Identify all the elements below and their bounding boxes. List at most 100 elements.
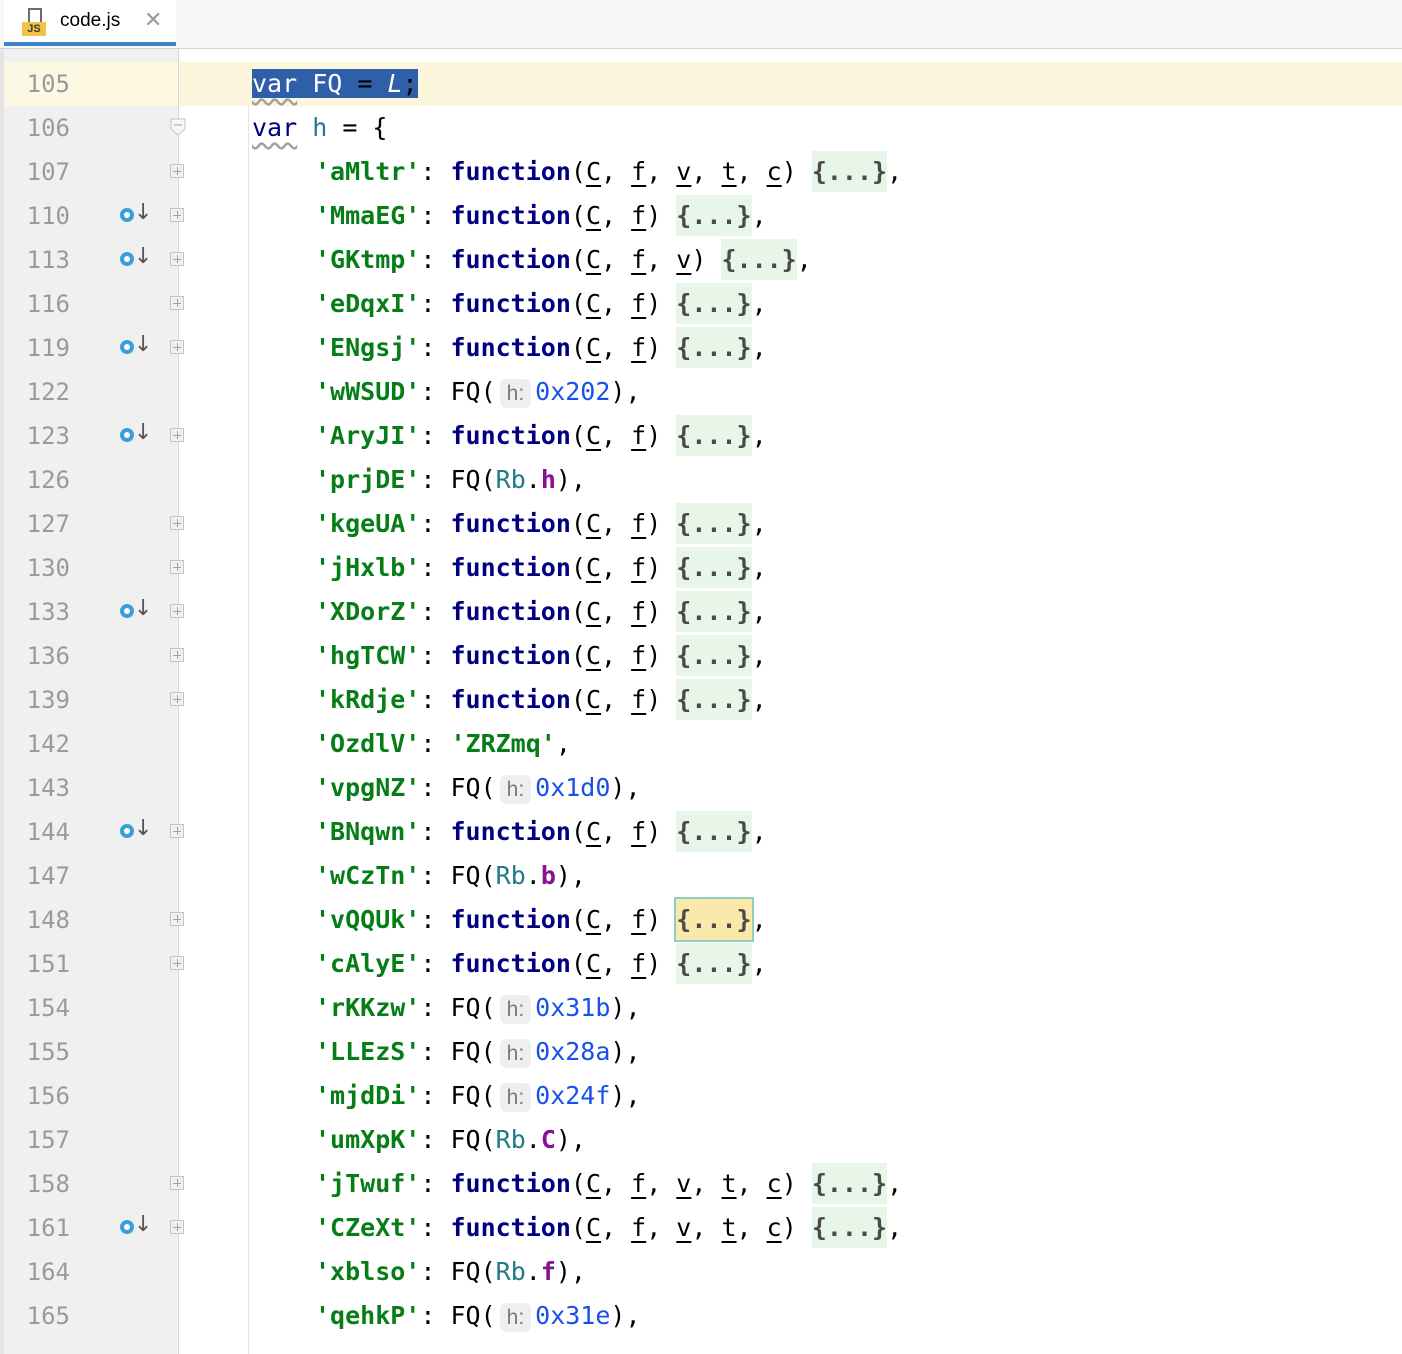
code-line[interactable]: 107 'aMltr': function(C, f, v, t, c) {...… [0,150,1402,194]
line-number[interactable]: 127 [4,511,70,537]
line-number[interactable]: 155 [4,1039,70,1065]
code-text[interactable]: 'cAlyE': function(C, f) {...}, [315,943,767,984]
code-line[interactable]: 126 'prjDE': FQ(Rb.h), [0,458,1402,502]
tab-code-js[interactable]: JS code.js ✕ [4,0,176,46]
fold-plus-icon[interactable] [170,208,184,222]
fold-plus-icon[interactable] [170,692,184,706]
code-line[interactable]: 136 'hgTCW': function(C, f) {...}, [0,634,1402,678]
code-line[interactable]: 130 'jHxlb': function(C, f) {...}, [0,546,1402,590]
line-number[interactable]: 165 [4,1303,70,1329]
code-text[interactable]: 'kgeUA': function(C, f) {...}, [315,503,767,544]
line-number[interactable]: 144 [4,819,70,845]
code-text[interactable]: var FQ = L; [252,68,418,100]
code-line[interactable]: 142 'OzdlV': 'ZRZmq', [0,722,1402,766]
line-number[interactable]: 154 [4,995,70,1021]
line-number[interactable]: 133 [4,599,70,625]
code-text[interactable]: 'vpgNZ': FQ(h: 0x1d0), [315,772,641,806]
breakpoint-arrow-icon[interactable]: ↓ [120,1212,152,1242]
code-text[interactable]: 'mjdDi': FQ(h: 0x24f), [315,1080,641,1114]
line-number[interactable]: 130 [4,555,70,581]
fold-plus-icon[interactable] [170,340,184,354]
line-number[interactable]: 123 [4,423,70,449]
line-number[interactable]: 106 [4,115,70,141]
fold-plus-icon[interactable] [170,1220,184,1234]
code-line[interactable]: 116 'eDqxI': function(C, f) {...}, [0,282,1402,326]
fold-open-icon[interactable] [170,118,186,136]
line-number[interactable]: 119 [4,335,70,361]
code-text[interactable]: 'prjDE': FQ(Rb.h), [315,464,586,496]
code-text[interactable]: 'qehkP': FQ(h: 0x31e), [315,1300,641,1334]
code-text[interactable]: 'LLEzS': FQ(h: 0x28a), [315,1036,641,1070]
code-text[interactable]: 'eDqxI': function(C, f) {...}, [315,283,767,324]
breakpoint-arrow-icon[interactable]: ↓ [120,200,152,230]
line-number[interactable]: 110 [4,203,70,229]
code-line[interactable]: 148 'vQQUk': function(C, f) {...}, [0,897,1402,942]
code-text[interactable]: 'hgTCW': function(C, f) {...}, [315,635,767,676]
breakpoint-arrow-icon[interactable]: ↓ [120,596,152,626]
fold-plus-icon[interactable] [170,824,184,838]
breakpoint-arrow-icon[interactable]: ↓ [120,420,152,450]
code-text[interactable]: 'wCzTn': FQ(Rb.b), [315,860,586,892]
line-number[interactable]: 158 [4,1171,70,1197]
code-line[interactable]: 158 'jTwuf': function(C, f, v, t, c) {...… [0,1162,1402,1206]
line-number[interactable]: 164 [4,1259,70,1285]
fold-plus-icon[interactable] [170,912,184,926]
line-number[interactable]: 107 [4,159,70,185]
selected-text[interactable]: var FQ = L; [252,69,418,98]
code-text[interactable]: 'rKKzw': FQ(h: 0x31b), [315,992,641,1026]
code-text[interactable]: 'AryJI': function(C, f) {...}, [315,415,767,456]
breakpoint-arrow-icon[interactable]: ↓ [120,332,152,362]
code-text[interactable]: 'ENgsj': function(C, f) {...}, [315,327,767,368]
code-line[interactable]: 139 'kRdje': function(C, f) {...}, [0,678,1402,722]
breakpoint-arrow-icon[interactable]: ↓ [120,244,152,274]
fold-plus-icon[interactable] [170,516,184,530]
fold-plus-icon[interactable] [170,604,184,618]
code-line[interactable]: 133 ↓ 'XDorZ': function(C, f) {...}, [0,590,1402,634]
code-line[interactable]: 127 'kgeUA': function(C, f) {...}, [0,502,1402,546]
code-text[interactable]: 'kRdje': function(C, f) {...}, [315,679,767,720]
line-number[interactable]: 122 [4,379,70,405]
line-number[interactable]: 161 [4,1215,70,1241]
code-line[interactable]: 151 'cAlyE': function(C, f) {...}, [0,942,1402,986]
code-text[interactable]: 'jHxlb': function(C, f) {...}, [315,547,767,588]
code-line[interactable]: 157 'umXpK': FQ(Rb.C), [0,1118,1402,1162]
line-number[interactable]: 126 [4,467,70,493]
code-lines[interactable]: 105 var FQ = L; 106 var h = { 107 'aMltr': fu… [0,62,1402,1338]
code-line[interactable]: 106 var h = { [0,106,1402,150]
line-number[interactable]: 136 [4,643,70,669]
line-number[interactable]: 142 [4,731,70,757]
fold-plus-icon[interactable] [170,252,184,266]
code-text[interactable]: 'aMltr': function(C, f, v, t, c) {...}, [315,151,902,192]
fold-plus-icon[interactable] [170,1176,184,1190]
line-number[interactable]: 143 [4,775,70,801]
line-number[interactable]: 151 [4,951,70,977]
fold-plus-icon[interactable] [170,956,184,970]
line-number[interactable]: 113 [4,247,70,273]
code-line[interactable]: 105 var FQ = L; [0,62,1402,106]
breakpoint-arrow-icon[interactable]: ↓ [120,816,152,846]
code-line[interactable]: 113 ↓ 'GKtmp': function(C, f, v) {...}, [0,238,1402,282]
code-text[interactable]: 'GKtmp': function(C, f, v) {...}, [315,239,812,280]
code-line[interactable]: 143 'vpgNZ': FQ(h: 0x1d0), [0,766,1402,810]
code-line[interactable]: 155 'LLEzS': FQ(h: 0x28a), [0,1030,1402,1074]
code-text[interactable]: 'CZeXt': function(C, f, v, t, c) {...}, [315,1207,902,1248]
code-line[interactable]: 119 ↓ 'ENgsj': function(C, f) {...}, [0,326,1402,370]
code-text[interactable]: 'xblso': FQ(Rb.f), [315,1256,586,1288]
code-text[interactable]: 'OzdlV': 'ZRZmq', [315,728,571,760]
code-text[interactable]: 'jTwuf': function(C, f, v, t, c) {...}, [315,1163,902,1204]
code-text[interactable]: 'wWSUD': FQ(h: 0x202), [315,376,641,410]
code-line[interactable]: 161 ↓ 'CZeXt': function(C, f, v, t, c) {..… [0,1206,1402,1250]
line-number[interactable]: 116 [4,291,70,317]
line-number[interactable]: 157 [4,1127,70,1153]
code-line[interactable]: 147 'wCzTn': FQ(Rb.b), [0,854,1402,898]
fold-plus-icon[interactable] [170,560,184,574]
line-number[interactable]: 148 [4,907,70,933]
fold-plus-icon[interactable] [170,648,184,662]
code-text[interactable]: 'MmaEG': function(C, f) {...}, [315,195,767,236]
code-text[interactable]: 'umXpK': FQ(Rb.C), [315,1124,586,1156]
close-icon[interactable]: ✕ [144,8,162,34]
code-text[interactable]: 'BNqwn': function(C, f) {...}, [315,811,767,852]
line-number[interactable]: 156 [4,1083,70,1109]
code-line[interactable]: 123 ↓ 'AryJI': function(C, f) {...}, [0,414,1402,458]
fold-plus-icon[interactable] [170,296,184,310]
